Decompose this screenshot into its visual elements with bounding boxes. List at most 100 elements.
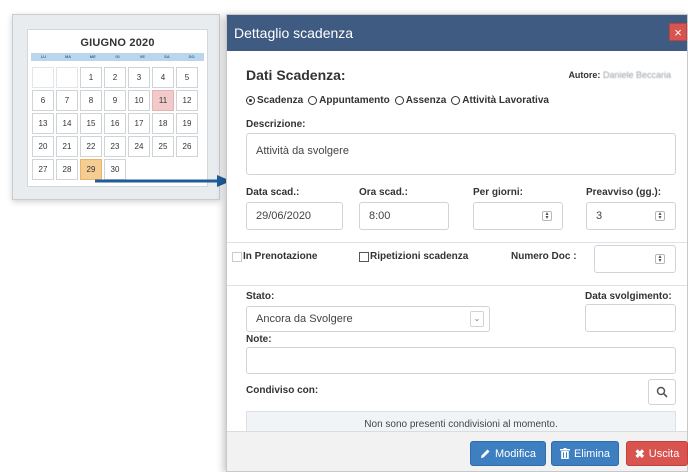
weekday-label: DO [188,54,195,59]
notice-label: Preavviso (gg.): [586,187,662,198]
calendar-day[interactable]: 12 [176,90,198,111]
author-label: Autore: [568,70,601,80]
calendar-day[interactable]: 4 [152,67,174,88]
calendar-day[interactable]: 19 [176,113,198,134]
calendar-day[interactable]: 7 [56,90,78,111]
description-label: Descrizione: [246,119,306,130]
divider [227,285,687,286]
close-icon: ✖ [634,446,645,461]
calendar-day[interactable]: 25 [152,136,174,157]
radio-label: Assenza [405,95,447,106]
repeat-checkbox[interactable]: Ripetizioni scadenza [359,251,468,262]
divider [227,242,687,243]
spinner-icon[interactable]: ▴ ▾ [655,254,665,264]
description-value: Attività da svolgere [256,145,349,157]
radio-selected-icon [246,96,255,105]
notice-value: 3 [596,210,603,222]
calendar-day[interactable]: 2 [104,67,126,88]
calendar-title: GIUGNO 2020 [80,37,155,49]
radio-icon [451,96,461,105]
radio-scadenza[interactable]: Scadenza [246,95,303,106]
booking-checkbox[interactable]: In Prenotazione [232,251,317,262]
arrow-icon [95,175,231,187]
weekday-label: ME [89,54,96,59]
radio-attivita-lavorativa[interactable]: Attività Lavorativa [451,95,549,106]
calendar-day[interactable]: 18 [152,113,174,134]
status-value: Ancora da Svolgere [256,313,353,325]
checkbox-icon [359,251,369,262]
weekday-label: LU [40,54,47,59]
notes-label: Note: [246,334,272,345]
calendar-grid: 1 2 3 4 5 6 7 8 9 10 11 12 13 14 15 16 17 18 19 20 21 22 23 24 2… [32,67,207,180]
calendar-empty-cell [56,67,78,88]
booking-label: In Prenotazione [243,251,318,262]
radio-icon [308,96,318,105]
exit-button[interactable]: ✖ Uscita [626,441,688,466]
completion-date-input[interactable] [585,304,676,332]
spinner-icon[interactable]: ▴ ▾ [655,211,665,221]
radio-assenza[interactable]: Assenza [394,95,447,106]
checkbox-icon [232,251,242,262]
per-days-input[interactable]: ▴ ▾ [473,202,563,230]
calendar-day[interactable]: 20 [32,136,54,157]
calendar-day[interactable]: 26 [176,136,198,157]
calendar-day[interactable]: 8 [80,90,102,111]
due-date-input[interactable]: 29/06/2020 [246,202,343,230]
edit-button[interactable]: Modifica [470,441,546,466]
calendar-day[interactable]: 1 [80,67,102,88]
calendar-day[interactable]: 13 [32,113,54,134]
calendar-day[interactable]: 22 [80,136,102,157]
radio-label: Appuntamento [319,95,390,106]
search-button[interactable] [648,379,676,405]
status-select[interactable]: Ancora da Svolgere ⌄ [246,306,490,332]
calendar-day[interactable]: 11 [152,90,174,111]
section-title: Dati Scadenza: [246,67,346,83]
calendar-day[interactable]: 10 [128,90,150,111]
calendar-day[interactable]: 17 [128,113,150,134]
weekday-header: LU MA ME GI VE SA DO [31,53,204,61]
calendar-day[interactable]: 5 [176,67,198,88]
calendar-day[interactable]: 24 [128,136,150,157]
calendar-day[interactable]: 6 [32,90,54,111]
pencil-icon [481,449,490,458]
calendar-day[interactable]: 3 [128,67,150,88]
calendar-day[interactable]: 23 [104,136,126,157]
calendar-day[interactable]: 15 [80,113,102,134]
dialog-title: Dettaglio scadenza [234,25,354,41]
close-icon[interactable]: × [669,23,687,41]
doc-number-input[interactable]: ▴ ▾ [594,245,676,273]
doc-number-label: Numero Doc : [511,251,577,262]
author: Autore: Daniele Beccaria [568,70,671,80]
dialog-footer: Modifica Elimina ✖ Uscita [227,431,688,471]
due-date-value: 29/06/2020 [256,210,312,222]
trash-icon [559,448,570,459]
weekday-label: SA [164,54,170,59]
radio-icon [394,96,404,105]
dialog-header: Dettaglio scadenza × [227,15,687,51]
description-textarea[interactable]: Attività da svolgere [246,133,676,175]
calendar-day[interactable]: 27 [32,159,54,180]
calendar-day[interactable]: 9 [104,90,126,111]
spinner-icon[interactable]: ▴ ▾ [542,211,552,221]
shared-empty-message: Non sono presenti condivisioni al moment… [364,419,558,430]
shared-label: Condiviso con: [246,385,319,396]
notice-input[interactable]: 3 ▴ ▾ [586,202,676,230]
calendar-day[interactable]: 16 [104,113,126,134]
weekday-label: VE [139,54,145,59]
calendar-day[interactable]: 21 [56,136,78,157]
repeat-label: Ripetizioni scadenza [370,251,469,262]
author-value: Daniele Beccaria [602,70,671,80]
edit-button-label: Modifica [495,447,536,460]
calendar: GIUGNO 2020 LU MA ME GI VE SA DO 1234567… [27,29,208,187]
search-icon [656,386,668,398]
radio-appuntamento[interactable]: Appuntamento [308,95,390,106]
notes-textarea[interactable] [246,347,676,374]
completion-date-label: Data svolgimento: [585,291,672,302]
calendar-day[interactable]: 28 [56,159,78,180]
delete-button[interactable]: Elimina [551,441,619,466]
due-time-input[interactable]: 8:00 [359,202,449,230]
weekday-label: GI [115,54,120,59]
calendar-day[interactable]: 14 [56,113,78,134]
status-label: Stato: [246,291,275,302]
delete-button-label: Elimina [573,447,611,460]
